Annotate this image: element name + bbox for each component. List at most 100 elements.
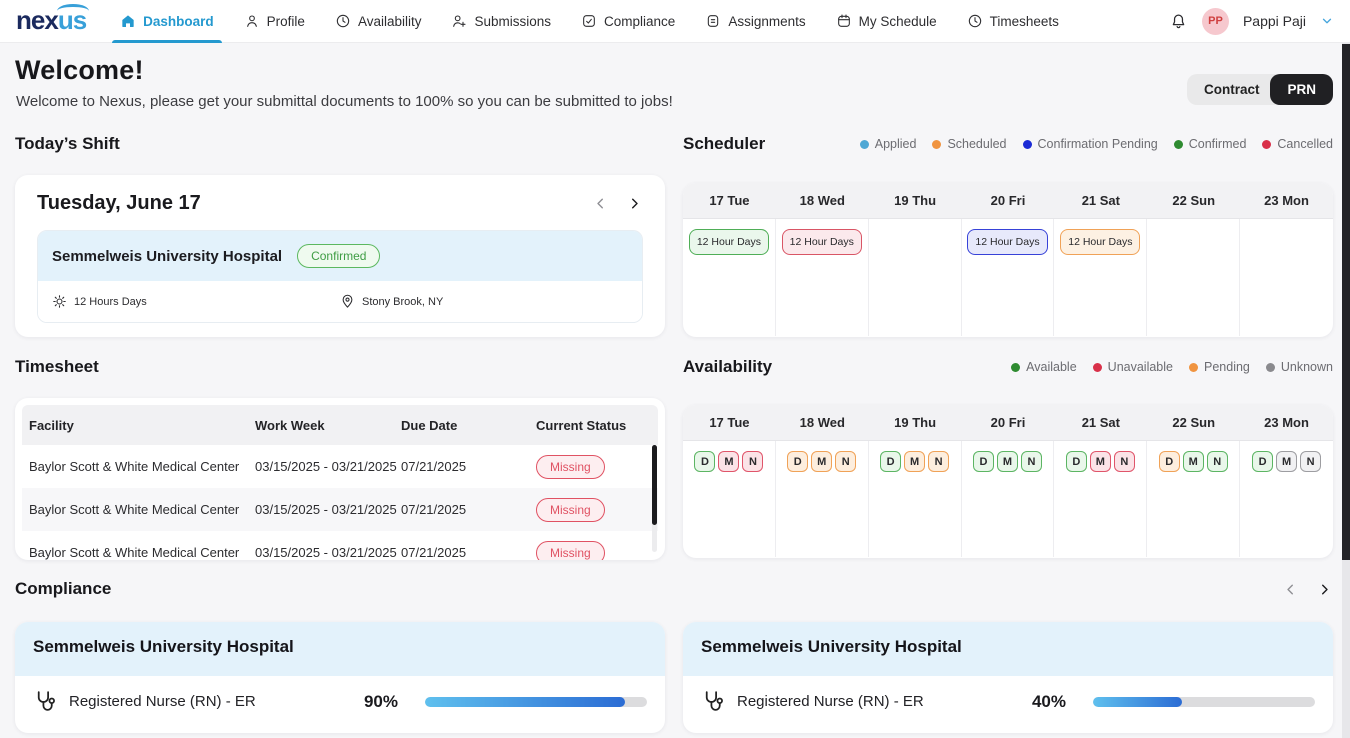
page-scrollbar-thumb[interactable] <box>1342 44 1350 560</box>
missing-status-badge: Missing <box>536 455 605 479</box>
slot-chip-day[interactable]: D <box>1252 451 1273 472</box>
cell-status: Missing <box>529 541 658 561</box>
chevron-right-icon[interactable] <box>1316 581 1333 598</box>
user-name[interactable]: Pappi Paji <box>1243 13 1306 29</box>
cell-status: Missing <box>529 498 658 522</box>
legend-available: Available <box>1011 360 1077 374</box>
slot-chip-night[interactable]: N <box>835 451 856 472</box>
day-header: 23 Mon <box>1240 183 1333 218</box>
slot-chip-day[interactable]: D <box>694 451 715 472</box>
slot-chip-night[interactable]: N <box>1300 451 1321 472</box>
clock-icon <box>967 13 983 29</box>
chevron-right-icon[interactable] <box>626 195 643 212</box>
scheduler-day-cell: 12 Hour Days <box>962 219 1055 336</box>
compliance-heading: Compliance <box>15 579 111 599</box>
location-pin-icon <box>340 294 355 309</box>
column-header-current-status: Current Status <box>529 418 658 433</box>
compliance-card[interactable]: Semmelweis University Hospital Registere… <box>15 622 665 733</box>
top-navigation: nexus Dashboard Profile Availability Sub… <box>0 0 1350 43</box>
sun-icon <box>52 294 67 309</box>
scheduler-day-cell <box>1240 219 1333 336</box>
chevron-left-icon[interactable] <box>592 195 609 212</box>
contract-button[interactable]: Contract <box>1187 74 1277 105</box>
cell-work-week: 03/15/2025 - 03/21/2025 <box>248 502 394 517</box>
availability-legend: Available Unavailable Pending Unknown <box>1011 360 1333 374</box>
person-plus-icon <box>451 13 467 29</box>
shift-chip[interactable]: 12 Hour Days <box>1060 229 1140 255</box>
slot-chip-mid[interactable]: M <box>997 451 1018 472</box>
welcome-title: Welcome! <box>15 55 673 86</box>
todays-shift-card: Tuesday, June 17 Semmelweis University H… <box>15 175 665 337</box>
shift-chip[interactable]: 12 Hour Days <box>689 229 769 255</box>
notifications-bell-icon[interactable] <box>1169 12 1188 31</box>
slot-chip-day[interactable]: D <box>1066 451 1087 472</box>
main-menu: Dashboard Profile Availability Submissio… <box>120 0 1059 43</box>
applied-dot-icon <box>860 140 869 149</box>
nav-item-availability[interactable]: Availability <box>335 0 422 43</box>
shift-chip[interactable]: 12 Hour Days <box>782 229 862 255</box>
slot-chip-day[interactable]: D <box>880 451 901 472</box>
scheduler-heading: Scheduler <box>683 134 765 154</box>
nav-item-profile[interactable]: Profile <box>244 0 305 43</box>
cell-due-date: 07/21/2025 <box>394 459 529 474</box>
slot-chip-night[interactable]: N <box>1021 451 1042 472</box>
scheduler-day-cell: 12 Hour Days <box>683 219 776 336</box>
slot-chip-mid[interactable]: M <box>718 451 739 472</box>
nav-item-compliance[interactable]: Compliance <box>581 0 675 43</box>
availability-day-cell: D M N <box>1147 441 1240 557</box>
day-header: 18 Wed <box>776 183 869 218</box>
legend-confirmed: Confirmed <box>1174 137 1247 151</box>
shift-detail-card[interactable]: Semmelweis University Hospital Confirmed… <box>37 230 643 323</box>
slot-chip-night[interactable]: N <box>1207 451 1228 472</box>
stethoscope-icon <box>701 689 726 714</box>
prn-button[interactable]: PRN <box>1270 74 1333 105</box>
shift-chip[interactable]: 12 Hour Days <box>967 229 1047 255</box>
available-dot-icon <box>1011 363 1020 372</box>
chevron-down-icon[interactable] <box>1320 14 1334 28</box>
confirmed-status-badge: Confirmed <box>297 244 380 268</box>
day-header: 17 Tue <box>683 405 776 440</box>
table-row[interactable]: Baylor Scott & White Medical Center 03/1… <box>22 445 658 488</box>
cell-facility: Baylor Scott & White Medical Center <box>22 459 248 474</box>
column-header-due-date: Due Date <box>394 418 529 433</box>
logo-swoosh <box>57 4 89 18</box>
slot-chip-mid[interactable]: M <box>1090 451 1111 472</box>
availability-day-headers: 17 Tue 18 Wed 19 Thu 20 Fri 21 Sat 22 Su… <box>683 405 1333 441</box>
table-row[interactable]: Baylor Scott & White Medical Center 03/1… <box>22 488 658 531</box>
compliance-progress-bar <box>1093 697 1315 707</box>
scheduler-day-cell <box>869 219 962 336</box>
slot-chip-mid[interactable]: M <box>904 451 925 472</box>
slot-chip-night[interactable]: N <box>1114 451 1135 472</box>
legend-unknown: Unknown <box>1266 360 1333 374</box>
document-icon <box>705 13 721 29</box>
todays-shift-section: Today’s Shift Tuesday, June 17 Semmelwei… <box>15 131 665 337</box>
nav-item-submissions[interactable]: Submissions <box>451 0 551 43</box>
slot-chip-mid[interactable]: M <box>1183 451 1204 472</box>
slot-chip-night[interactable]: N <box>928 451 949 472</box>
nav-item-dashboard[interactable]: Dashboard <box>120 0 214 43</box>
scheduler-day-cell: 12 Hour Days <box>1054 219 1147 336</box>
availability-day-cells: D M N D M N D M N D M N D M N <box>683 441 1333 557</box>
compliance-card[interactable]: Semmelweis University Hospital Registere… <box>683 622 1333 733</box>
chevron-left-icon[interactable] <box>1282 581 1299 598</box>
slot-chip-mid[interactable]: M <box>811 451 832 472</box>
compliance-role: Registered Nurse (RN) - ER <box>69 693 256 710</box>
slot-chip-day[interactable]: D <box>1159 451 1180 472</box>
slot-chip-mid[interactable]: M <box>1276 451 1297 472</box>
table-row[interactable]: Baylor Scott & White Medical Center 03/1… <box>22 531 658 560</box>
availability-heading: Availability <box>683 357 772 377</box>
availability-day-cell: D M N <box>962 441 1055 557</box>
scheduler-legend: Applied Scheduled Confirmation Pending C… <box>860 137 1333 151</box>
slot-chip-day[interactable]: D <box>787 451 808 472</box>
table-scrollbar-thumb[interactable] <box>652 445 657 525</box>
slot-chip-night[interactable]: N <box>742 451 763 472</box>
timesheet-table-header: Facility Work Week Due Date Current Stat… <box>22 405 658 445</box>
nav-item-assignments[interactable]: Assignments <box>705 0 805 43</box>
slot-chip-day[interactable]: D <box>973 451 994 472</box>
checkbox-check-icon <box>581 13 597 29</box>
nav-item-timesheets[interactable]: Timesheets <box>967 0 1059 43</box>
day-header: 20 Fri <box>962 405 1055 440</box>
nav-item-my-schedule[interactable]: My Schedule <box>836 0 937 43</box>
nexus-logo[interactable]: nexus <box>16 7 86 33</box>
user-avatar[interactable]: PP <box>1202 8 1229 35</box>
